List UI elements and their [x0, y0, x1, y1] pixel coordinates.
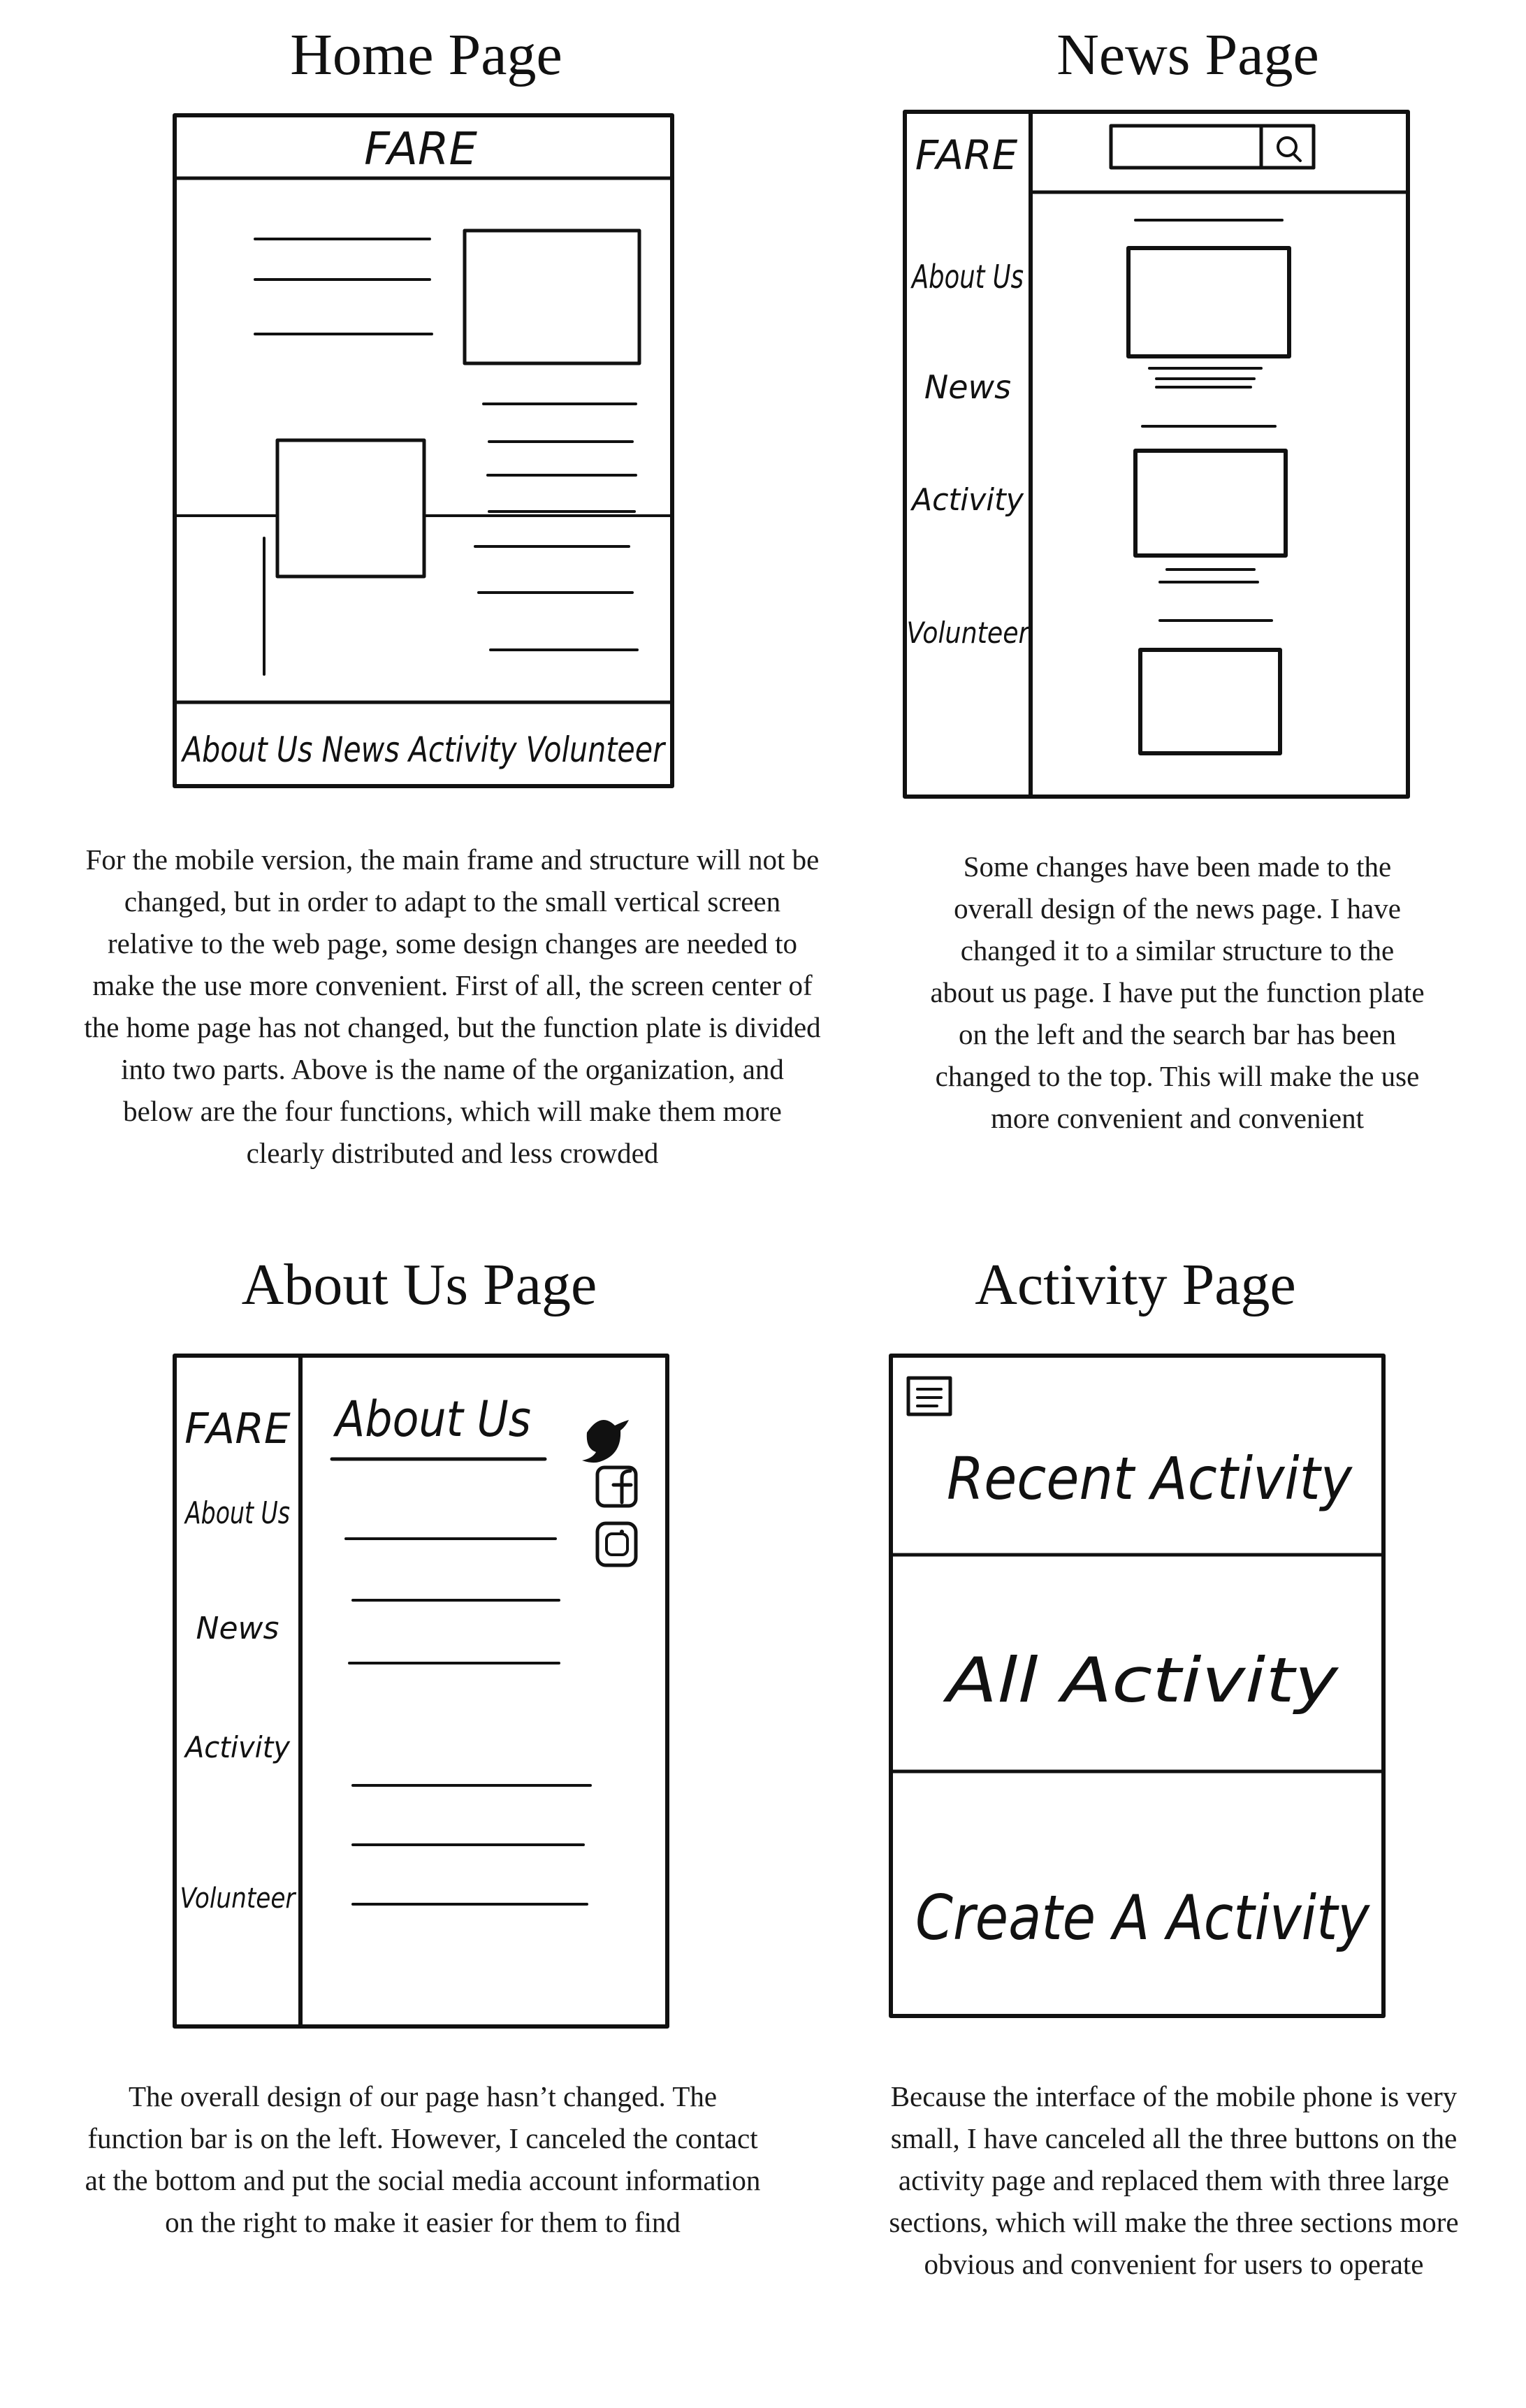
about-nav-news[interactable]: News	[196, 1611, 279, 1646]
about-nav-activity[interactable]: Activity	[183, 1730, 291, 1764]
instagram-icon[interactable]	[595, 1521, 638, 1567]
recent-activity-section[interactable]: Recent Activity	[947, 1444, 1353, 1513]
twitter-icon[interactable]	[582, 1420, 629, 1463]
home-page-wireframe: FARE About Us News Activity Volunteer	[173, 113, 674, 788]
menu-icon[interactable]	[906, 1376, 952, 1416]
about-heading: About Us	[333, 1391, 531, 1448]
about-nav-about[interactable]: About Us	[184, 1495, 290, 1531]
home-brand: FARE	[364, 124, 477, 175]
about-page-description: The overall design of our page hasn’t ch…	[85, 2080, 761, 2238]
activity-page-description: Because the interface of the mobile phon…	[889, 2080, 1459, 2280]
about-nav-volunteer[interactable]: Volunteer	[180, 1883, 297, 1915]
news-nav-about[interactable]: About Us	[910, 258, 1024, 296]
activity-page-title: Activity Page	[975, 1252, 1296, 1317]
create-activity-section[interactable]: Create A Activity	[915, 1882, 1371, 1954]
all-activity-section[interactable]: All Activity	[943, 1644, 1339, 1716]
news-nav-activity[interactable]: Activity	[910, 482, 1024, 518]
news-page-wireframe: FARE About Us News Activity Volunteer	[903, 110, 1410, 799]
news-nav-news[interactable]: News	[924, 368, 1011, 406]
home-page-title: Home Page	[290, 22, 562, 87]
search-icon[interactable]	[1277, 136, 1302, 162]
activity-page-wireframe: Recent Activity All Activity Create A Ac…	[889, 1354, 1386, 2018]
about-brand: FARE	[184, 1405, 291, 1453]
news-brand: FARE	[915, 131, 1018, 179]
home-bottom-nav: About Us News Activity Volunteer	[181, 730, 667, 770]
news-page-description: Some changes have been made to the overa…	[930, 850, 1425, 1134]
news-nav-volunteer[interactable]: Volunteer	[907, 616, 1031, 650]
news-page-title: News Page	[1056, 22, 1319, 87]
home-page-description: For the mobile version, the main frame a…	[84, 843, 821, 1169]
search-bar[interactable]	[1109, 124, 1316, 170]
about-page-wireframe: FARE About Us News Activity Volunteer Ab…	[173, 1354, 669, 2029]
facebook-icon[interactable]	[595, 1465, 638, 1508]
about-page-title: About Us Page	[241, 1252, 597, 1317]
